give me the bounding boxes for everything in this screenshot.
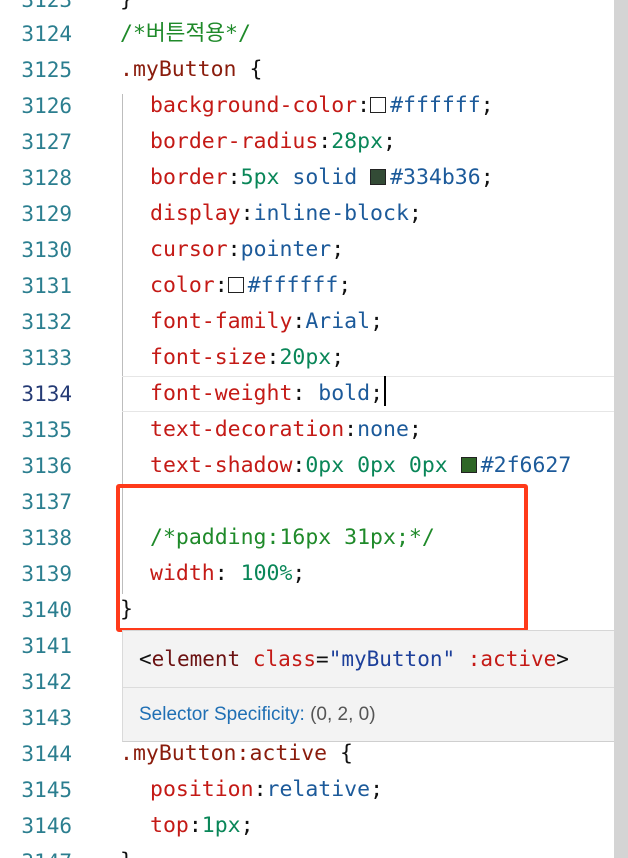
line-number: 3142 [21, 670, 72, 694]
hover-attr: class [240, 647, 317, 671]
code-line[interactable]: 3126 background-color: #ffffff; [0, 88, 614, 124]
line-number: 3144 [21, 742, 72, 766]
color-swatch-icon[interactable] [460, 457, 477, 473]
line-number: 3131 [21, 274, 72, 298]
code-line[interactable]: 3124 /*버튼적용*/ [0, 16, 614, 52]
css-property: text-decoration [150, 417, 345, 442]
css-property: border [150, 165, 228, 190]
css-value: pointer [240, 237, 332, 262]
line-number: 3136 [21, 454, 72, 478]
line-number: 3146 [21, 814, 72, 838]
code-line[interactable]: 3131 color: #ffffff; [0, 268, 614, 304]
line-number: 3128 [21, 166, 72, 190]
css-value: 20px [279, 345, 332, 370]
css-value: 5px [240, 165, 280, 190]
line-number: 3143 [21, 706, 72, 730]
css-value: relative [266, 777, 371, 802]
code-line[interactable]: 3135 text-decoration:none; [0, 412, 614, 448]
css-value: #334b36 [390, 165, 481, 190]
line-number: 3141 [21, 634, 72, 658]
css-value: 0px 0px 0px [305, 453, 461, 478]
text-cursor [384, 376, 387, 406]
line-number: 3126 [21, 94, 72, 118]
css-property: font-family [150, 309, 293, 334]
comment: /*버튼적용*/ [120, 21, 251, 46]
code-line[interactable]: 3128 border:5px solid #334b36; [0, 160, 614, 196]
code-line[interactable]: 3130 cursor:pointer; [0, 232, 614, 268]
code-line[interactable]: 3125 .myButton { [0, 52, 614, 88]
line-number: 3124 [21, 22, 72, 46]
line-number: 3132 [21, 310, 72, 334]
css-value: #2f6627 [480, 453, 572, 478]
code-line[interactable]: 3127 border-radius:28px; [0, 124, 614, 160]
line-number: 3125 [21, 58, 72, 82]
code-line[interactable]: 3136 text-shadow:0px 0px 0px #2f6627 [0, 448, 614, 484]
hover-divider [123, 687, 614, 688]
code-editor[interactable]: 3123 } 3124 /*버튼적용*/ 3125 .myButton { 31… [0, 0, 614, 858]
css-property: border-radius [150, 129, 319, 154]
line-number: 3134 [21, 382, 72, 406]
selector-hover-popup: <element class="myButton" :active> Selec… [122, 630, 614, 742]
css-property: background-color [150, 93, 358, 118]
line-number: 3140 [21, 598, 72, 622]
css-property: position [150, 777, 254, 802]
line-number: 3133 [21, 346, 72, 370]
line-number: 3137 [21, 490, 72, 514]
line-number: 3139 [21, 562, 72, 586]
line-number: 3129 [21, 202, 72, 226]
code-line-partial-bottom: 3147 } [0, 844, 614, 858]
specificity-value: (0, 2, 0) [304, 704, 376, 725]
specificity-link[interactable]: Selector Specificity: [139, 704, 305, 725]
line-number: 3130 [21, 238, 72, 262]
code-line[interactable]: 3146 top:1px; [0, 808, 614, 844]
color-swatch-icon[interactable] [370, 169, 387, 185]
open-brace: { [327, 741, 353, 766]
css-property: color [150, 273, 215, 298]
code-line[interactable]: 3129 display:inline-block; [0, 196, 614, 232]
selector-specificity: Selector Specificity: (0, 2, 0) [139, 697, 376, 733]
code-line-current[interactable]: 3134 font-weight: bold; [0, 376, 614, 412]
css-value: #ffffff [390, 93, 481, 118]
line-number: 3127 [21, 130, 72, 154]
hover-pseudo: :active [455, 647, 557, 671]
open-brace: { [236, 57, 263, 82]
red-highlight-box [116, 484, 528, 632]
css-value: Arial [305, 309, 371, 334]
css-value: #ffffff [247, 273, 339, 298]
hover-tag: element [151, 647, 241, 671]
code-line[interactable]: 3132 font-family:Arial; [0, 304, 614, 340]
css-selector: .myButton [120, 57, 237, 82]
css-property: cursor [150, 237, 228, 262]
css-property: font-size [150, 345, 267, 370]
line-number: 3145 [21, 778, 72, 802]
hover-element-preview: <element class="myButton" :active> [139, 647, 569, 671]
scrollbar-track[interactable] [614, 0, 628, 858]
css-value: solid [279, 165, 371, 190]
hover-attr-value: "myButton" [328, 647, 456, 671]
code-line[interactable]: 3133 font-size:20px; [0, 340, 614, 376]
line-number: 3135 [21, 418, 72, 442]
css-property: font-weight [150, 381, 293, 406]
css-property: top [150, 813, 189, 838]
css-value: inline-block [253, 201, 409, 226]
css-property: display [150, 201, 241, 226]
css-value: bold [305, 381, 371, 406]
line-number: 3138 [21, 526, 72, 550]
css-property: text-shadow [150, 453, 293, 478]
color-swatch-icon[interactable] [370, 97, 387, 113]
css-value: 1px [201, 813, 241, 838]
css-selector: .myButton:active [120, 741, 328, 766]
color-swatch-icon[interactable] [227, 277, 244, 293]
css-value: none [357, 417, 409, 442]
code-line[interactable]: 3145 position:relative; [0, 772, 614, 808]
css-value: 28px [331, 129, 384, 154]
